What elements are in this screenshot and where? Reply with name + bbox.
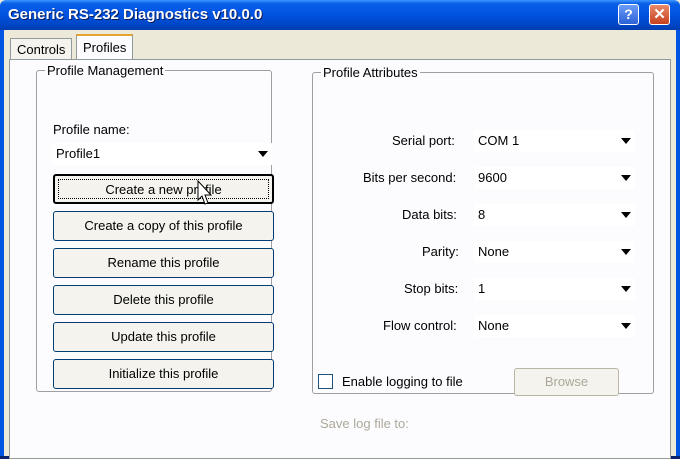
parity-value: None — [478, 244, 510, 259]
tab-profiles[interactable]: Profiles — [76, 34, 134, 60]
enable-logging-checkbox[interactable] — [318, 374, 333, 389]
create-new-profile-button[interactable]: Create a new profile — [53, 174, 274, 204]
stop-bits-value: 1 — [478, 281, 486, 296]
profile-management-legend: Profile Management — [45, 63, 166, 78]
create-copy-profile-button[interactable]: Create a copy of this profile — [53, 211, 274, 241]
chevron-down-icon — [621, 175, 631, 181]
question-mark-icon: ? — [624, 6, 633, 22]
delete-profile-button[interactable]: Delete this profile — [53, 285, 274, 315]
flow-control-value: None — [478, 318, 510, 333]
rename-profile-button[interactable]: Rename this profile — [53, 248, 274, 278]
profile-name-label: Profile name: — [53, 122, 130, 137]
stop-bits-combo[interactable]: 1 — [474, 278, 635, 300]
profile-name-value: Profile1 — [56, 146, 101, 161]
serial-port-value: COM 1 — [478, 133, 520, 148]
chevron-down-icon — [621, 286, 631, 292]
window-title: Generic RS-232 Diagnostics v10.0.0 — [8, 6, 263, 23]
mouse-pointer-icon — [197, 180, 213, 205]
chevron-down-icon — [621, 138, 631, 144]
app-window: Generic RS-232 Diagnostics v10.0.0 ? ✕ C… — [0, 0, 680, 459]
profile-attributes-legend: Profile Attributes — [321, 65, 420, 80]
parity-combo[interactable]: None — [474, 241, 635, 263]
profile-name-combo[interactable]: Profile1 — [52, 143, 272, 165]
parity-label: Parity: — [422, 244, 459, 259]
chevron-down-icon — [258, 151, 268, 157]
chevron-down-icon — [621, 212, 631, 218]
serial-port-label: Serial port: — [392, 133, 455, 148]
flow-control-combo[interactable]: None — [474, 315, 635, 337]
stop-bits-label: Stop bits: — [404, 281, 459, 296]
bits-per-second-combo[interactable]: 9600 — [474, 167, 635, 189]
focus-ring — [58, 179, 269, 199]
data-bits-value: 8 — [478, 207, 486, 222]
serial-port-combo[interactable]: COM 1 — [474, 130, 635, 152]
bits-per-second-value: 9600 — [478, 170, 507, 185]
chevron-down-icon — [621, 323, 631, 329]
data-bits-label: Data bits: — [402, 207, 457, 222]
close-button[interactable]: ✕ — [649, 4, 670, 25]
profile-attributes-group: Profile Attributes — [312, 65, 654, 394]
enable-logging-label[interactable]: Enable logging to file — [342, 374, 463, 389]
initialize-profile-button[interactable]: Initialize this profile — [53, 359, 274, 389]
tab-controls[interactable]: Controls — [10, 38, 73, 59]
chevron-down-icon — [621, 249, 631, 255]
bits-per-second-label: Bits per second: — [363, 170, 457, 185]
close-icon: ✕ — [653, 6, 666, 23]
update-profile-button[interactable]: Update this profile — [53, 322, 274, 352]
browse-button[interactable]: Browse — [514, 368, 619, 396]
help-button[interactable]: ? — [618, 4, 639, 25]
data-bits-combo[interactable]: 8 — [474, 204, 635, 226]
save-log-label: Save log file to: — [320, 416, 409, 431]
flow-control-label: Flow control: — [383, 318, 457, 333]
title-bar[interactable]: Generic RS-232 Diagnostics v10.0.0 ? ✕ — [0, 0, 680, 30]
